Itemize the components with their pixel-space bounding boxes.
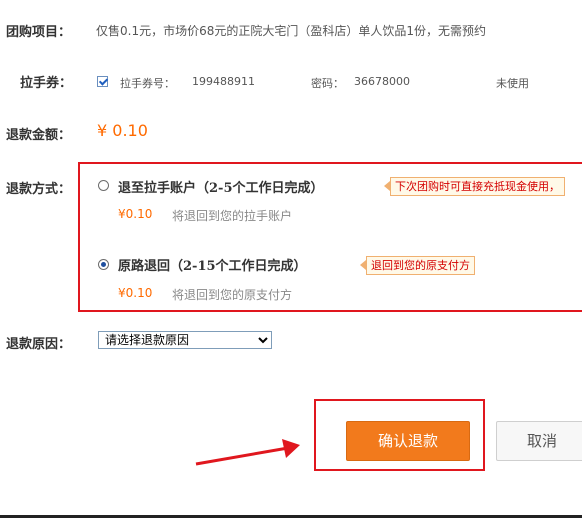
refund-option-original-tag: 退回到您的原支付方 [360,256,475,275]
refund-amount-value: ¥ 0.10 [97,121,148,140]
refund-option-original-amount: ¥0.10 [118,286,153,300]
refund-reason-select[interactable]: 请选择退款原因 [98,331,272,349]
voucher-password: 36678000 [354,75,410,88]
refund-option-account-amount: ¥0.10 [118,207,153,221]
refund-method-label: 退款方式： [6,182,72,197]
refund-reason-label: 退款原因： [6,337,72,352]
voucher-label: 拉手券： [20,76,73,91]
refund-option-original-desc: 将退回到您的原支付方 [172,288,293,302]
refund-option-account-tag: 下次团购时可直接充抵现金使用， [384,177,565,196]
confirm-refund-button[interactable]: 确认退款 [346,421,470,461]
refund-option-original-title[interactable]: 原路退回（2-15个工作日完成） [118,255,307,274]
deal-item-label: 团购项目： [6,25,72,40]
deal-item-text: 仅售0.1元，市场价68元的正院大宅门（盈科店）单人饮品1份，无需预约 [96,24,486,38]
voucher-status: 未使用 [496,77,529,90]
refund-option-account-desc: 将退回到您的拉手账户 [172,209,293,223]
cancel-button[interactable]: 取消 [496,421,582,461]
refund-option-account-radio[interactable] [98,180,109,191]
voucher-checkbox[interactable] [97,76,108,87]
bottom-divider [0,515,582,518]
refund-option-account-title[interactable]: 退至拉手账户（2-5个工作日完成） [118,177,324,196]
refund-option-original-radio[interactable] [98,259,109,270]
voucher-number-label: 拉手券号： [120,77,175,90]
refund-amount-label: 退款金额： [6,128,72,143]
voucher-number: 199488911 [192,75,255,88]
voucher-password-label: 密码： [311,77,344,90]
red-arrow-icon [195,439,300,466]
